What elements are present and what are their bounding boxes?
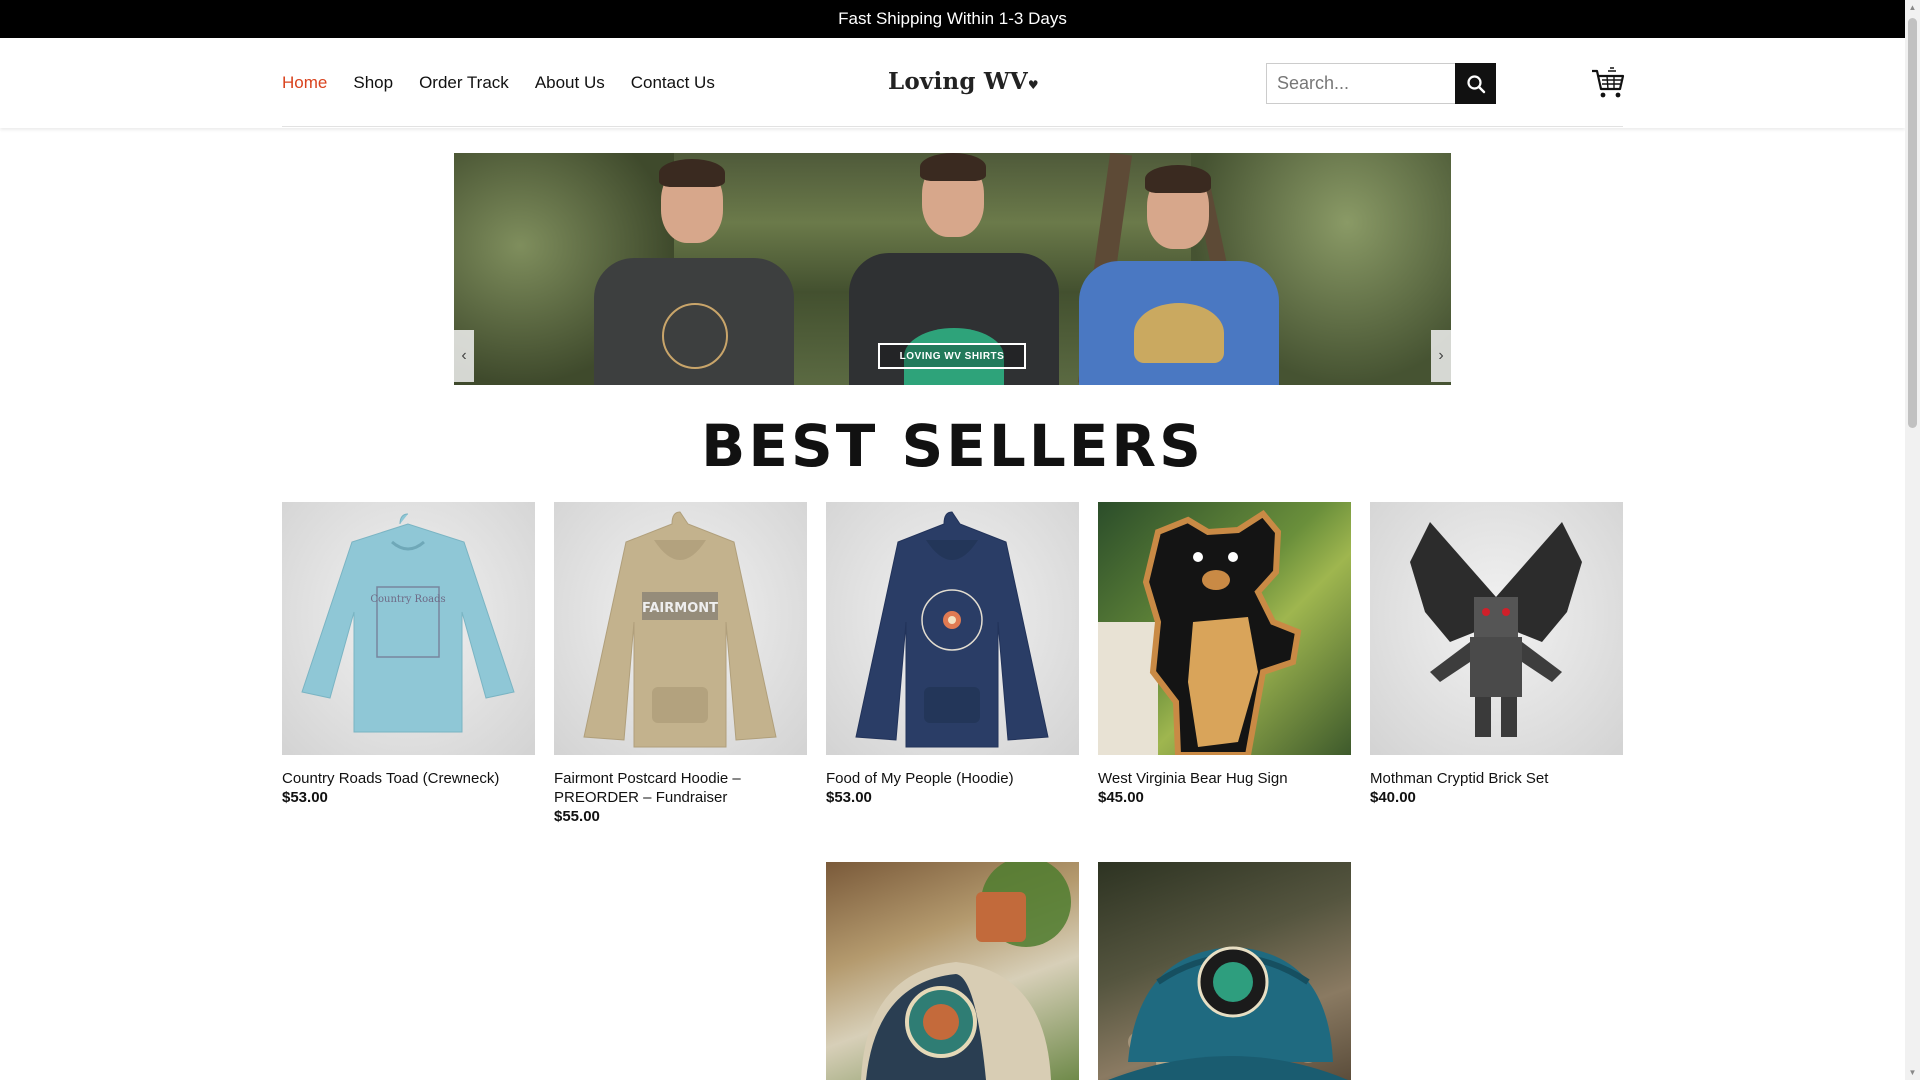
cart-button[interactable]: [1590, 65, 1626, 101]
product-card[interactable]: West Virginia Bear Hug Sign $45.00: [1098, 502, 1351, 806]
product-price: $55.00: [554, 808, 600, 825]
product-image[interactable]: Country Roads: [282, 502, 535, 755]
nav-order-track[interactable]: Order Track: [419, 73, 509, 93]
svg-text:FAIRMONT: FAIRMONT: [642, 601, 718, 616]
nav-shop[interactable]: Shop: [353, 73, 393, 93]
banner-hair: [920, 153, 986, 181]
product-name[interactable]: Food of My People (Hoodie): [826, 769, 1079, 788]
product-card[interactable]: Country Roads Country Roads Toad (Crewne…: [282, 502, 535, 806]
trucker-hat-image: [861, 862, 1071, 1080]
section-title: BEST SELLERS: [701, 412, 1204, 480]
bear-sign-image: [1098, 510, 1302, 755]
page: Fast Shipping Within 1-3 Days Home Shop …: [0, 0, 1920, 1080]
product-name[interactable]: Country Roads Toad (Crewneck): [282, 769, 535, 788]
slider-next-button[interactable]: ›: [1431, 330, 1451, 382]
product-image[interactable]: [1098, 502, 1351, 755]
product-price: $40.00: [1370, 789, 1416, 806]
scroll-up-arrow-icon[interactable]: ▲: [1905, 0, 1920, 15]
product-image[interactable]: [826, 862, 1079, 1080]
site-logo[interactable]: Loving WV♥: [888, 68, 1039, 95]
product-image[interactable]: [1370, 502, 1623, 755]
hoodie-image: FAIRMONT: [583, 511, 777, 748]
search-button[interactable]: [1455, 63, 1496, 104]
product-price: $53.00: [282, 789, 328, 806]
page-scrollbar[interactable]: ▲ ▼: [1905, 0, 1920, 1080]
banner-shirt-graphic: [1134, 303, 1224, 363]
search-form: [1266, 63, 1496, 104]
product-price: $45.00: [1098, 789, 1144, 806]
banner-hair: [659, 159, 725, 187]
main-nav: Home Shop Order Track About Us Contact U…: [282, 38, 741, 128]
chevron-left-icon: ‹: [461, 347, 467, 364]
product-image[interactable]: [1098, 862, 1351, 1080]
product-card[interactable]: Food of My People (Hoodie) $53.00: [826, 502, 1079, 806]
trucker-hat-image: [1108, 946, 1348, 1080]
scroll-down-arrow-icon[interactable]: ▼: [1905, 1065, 1920, 1080]
slider-prev-button[interactable]: ‹: [454, 330, 474, 382]
chevron-right-icon: ›: [1438, 347, 1444, 364]
product-price: $53.00: [826, 789, 872, 806]
cart-icon: [1592, 67, 1625, 98]
product-name[interactable]: Mothman Cryptid Brick Set: [1370, 769, 1623, 788]
nav-contact-us[interactable]: Contact Us: [631, 73, 715, 93]
announcement-bar: Fast Shipping Within 1-3 Days: [0, 0, 1905, 38]
product-card[interactable]: [826, 862, 1079, 1080]
product-card[interactable]: Mothman Cryptid Brick Set $40.00: [1370, 502, 1623, 806]
search-icon: [1466, 74, 1485, 93]
banner-label[interactable]: LOVING WV SHIRTS: [878, 343, 1026, 369]
hero-banner[interactable]: LOVING WV SHIRTS ‹ ›: [454, 153, 1451, 385]
banner-shirt-graphic: [662, 303, 728, 369]
crewneck-image: Country Roads: [301, 513, 515, 733]
product-name[interactable]: Fairmont Postcard Hoodie – PREORDER – Fu…: [554, 769, 807, 807]
header-divider: [282, 126, 1623, 127]
banner-person: [1079, 153, 1279, 385]
product-image[interactable]: [826, 502, 1079, 755]
banner-hair: [1145, 165, 1211, 193]
search-input[interactable]: [1266, 63, 1455, 104]
nav-about-us[interactable]: About Us: [535, 73, 605, 93]
hoodie-image: [855, 511, 1049, 748]
product-card[interactable]: FAIRMONT Fairmont Postcard Hoodie – PREO…: [554, 502, 807, 825]
logo-text: Loving WV: [888, 68, 1028, 95]
announcement-text: Fast Shipping Within 1-3 Days: [838, 9, 1067, 28]
mothman-brick-image: [1410, 522, 1582, 737]
heart-icon: ♥: [1027, 78, 1039, 92]
site-header: Home Shop Order Track About Us Contact U…: [0, 38, 1905, 128]
product-image[interactable]: FAIRMONT: [554, 502, 807, 755]
nav-home[interactable]: Home: [282, 73, 327, 93]
svg-text:Country Roads: Country Roads: [370, 594, 445, 605]
scrollbar-thumb[interactable]: [1908, 18, 1917, 428]
product-card[interactable]: [1098, 862, 1351, 1080]
banner-person: [594, 153, 794, 385]
product-name[interactable]: West Virginia Bear Hug Sign: [1098, 769, 1351, 788]
